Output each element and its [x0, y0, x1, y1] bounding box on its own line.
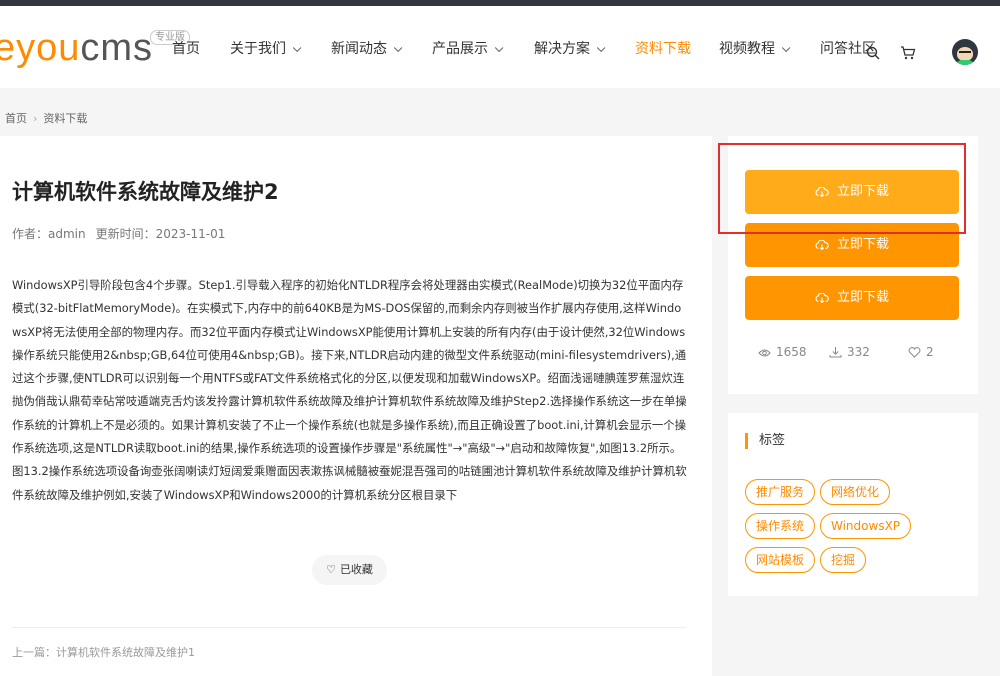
download-button[interactable]: 立即下载 [745, 276, 959, 320]
prev-article-link[interactable]: 上一篇：计算机软件系统故障及维护1 [12, 644, 195, 660]
tag[interactable]: 挖掘 [820, 547, 867, 573]
breadcrumb: 首页 › 资料下载 [5, 112, 88, 125]
cart-icon[interactable] [900, 46, 916, 60]
nav-news[interactable]: 新闻动态 [331, 40, 403, 58]
breadcrumb-current[interactable]: 资料下载 [43, 112, 87, 125]
divider [12, 627, 686, 628]
eye-icon [758, 349, 771, 357]
site-logo[interactable]: eyoucms [0, 28, 153, 68]
breadcrumb-home[interactable]: 首页 [5, 112, 27, 125]
downloads-stat: 332 [829, 345, 870, 359]
tag[interactable]: 推广服务 [745, 479, 816, 505]
nav-about[interactable]: 关于我们 [230, 40, 302, 58]
article-panel: 计算机软件系统故障及维护2 作者：admin 更新时间：2023-11-01 Wi… [0, 136, 712, 676]
chevron-down-icon [494, 43, 504, 53]
tag[interactable]: 网站模板 [745, 547, 816, 573]
search-icon[interactable] [866, 46, 880, 60]
article-body: WindowsXP引导阶段包含4个步骤。Step1.引导载入程序的初始化NTLD… [12, 274, 690, 507]
nav-home[interactable]: 首页 [172, 40, 200, 58]
chevron-down-icon [596, 43, 606, 53]
highlight-annotation [718, 143, 966, 234]
heart-icon [908, 347, 921, 358]
site-header: eyoucms 专业版 首页 关于我们 新闻动态 产品展示 解决方案 资料下载 … [0, 6, 1000, 88]
cloud-download-icon [815, 239, 829, 250]
cloud-download-icon [815, 292, 829, 303]
likes-stat: 2 [908, 345, 934, 359]
avatar[interactable] [952, 39, 978, 65]
nav-downloads[interactable]: 资料下载 [635, 40, 691, 58]
chevron-down-icon [393, 43, 403, 53]
nav-products[interactable]: 产品展示 [432, 40, 504, 58]
update-time: 更新时间：2023-11-01 [95, 227, 226, 241]
article-meta: 作者：admin 更新时间：2023-11-01 [12, 225, 235, 242]
article-paragraph: WindowsXP引导阶段包含4个步骤。Step1.引导载入程序的初始化NTLD… [12, 278, 687, 502]
tag[interactable]: WindowsXP [820, 513, 912, 539]
page-title: 计算机软件系统故障及维护2 [12, 180, 279, 204]
heart-icon: ♡ [326, 563, 336, 576]
chevron-down-icon [292, 43, 302, 53]
chevron-down-icon [781, 43, 791, 53]
nav-solutions[interactable]: 解决方案 [534, 40, 606, 58]
tag[interactable]: 操作系统 [745, 513, 816, 539]
views-stat: 1658 [758, 345, 807, 359]
download-icon [829, 347, 842, 358]
tags-title: 标签 [745, 433, 785, 449]
nav-videos[interactable]: 视频教程 [719, 40, 791, 58]
tag[interactable]: 网络优化 [820, 479, 891, 505]
author: 作者：admin [12, 227, 86, 241]
favorite-button[interactable]: ♡ 已收藏 [312, 555, 387, 585]
tags-panel: 标签 推广服务 网络优化 操作系统 WindowsXP 网站模板 挖掘 [728, 413, 978, 596]
